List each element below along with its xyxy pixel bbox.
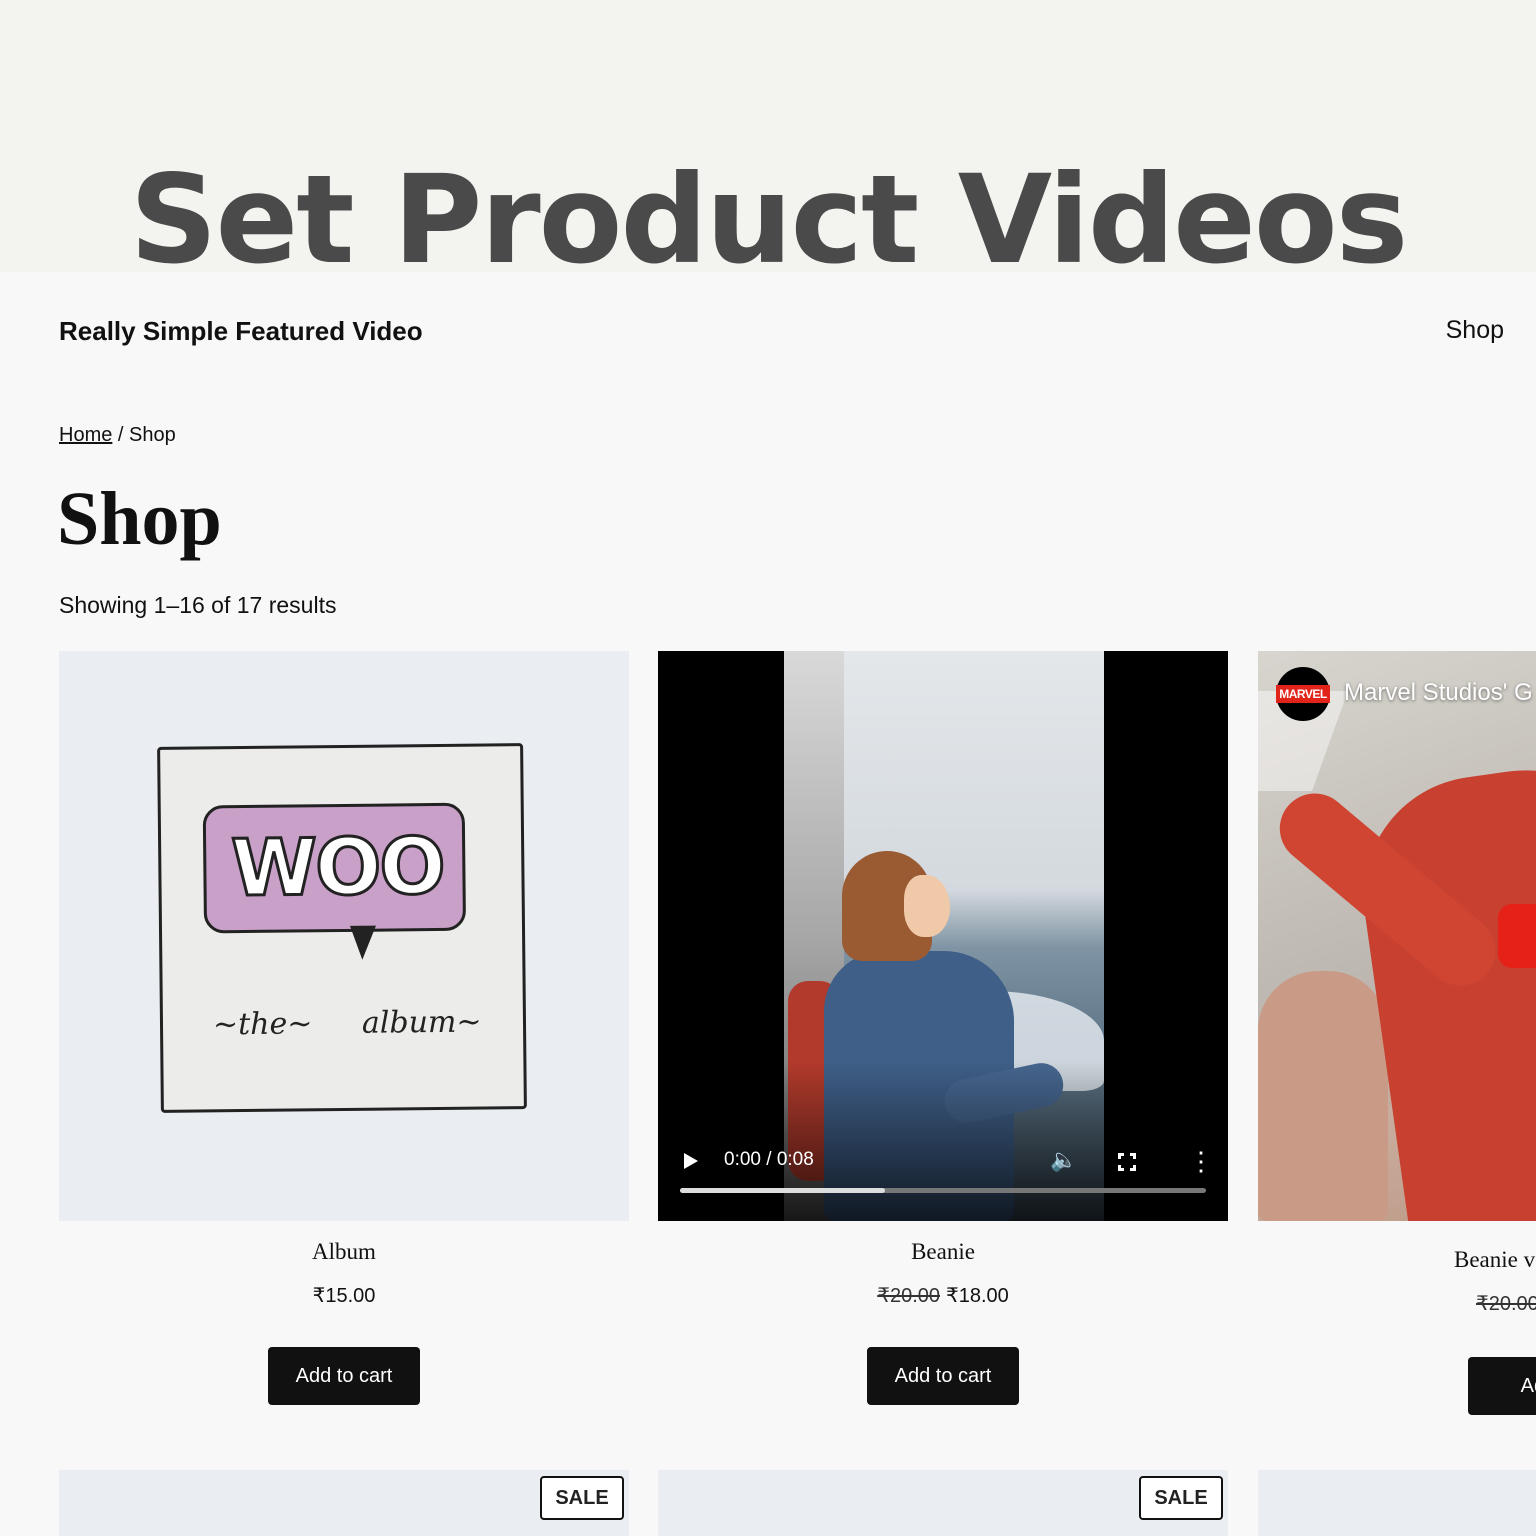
youtube-play-icon[interactable] [1498,904,1536,968]
product-price: ₹20.00 [1258,1291,1536,1317]
banner-title: Set Product Videos [129,149,1409,291]
product-youtube-embed[interactable]: MARVEL Marvel Studios' G [1258,651,1536,1221]
product-card-beanie-video: MARVEL Marvel Studios' G Beanie v ₹20.00… [1258,651,1536,1415]
nav-link-shop[interactable]: Shop [1446,316,1504,345]
price-original: ₹20.00 [877,1285,940,1307]
youtube-video-title[interactable]: Marvel Studios' G [1344,679,1533,707]
add-to-cart-button[interactable]: Add to cart [268,1347,420,1405]
thumbnail-creature [1258,971,1388,1221]
product-image-album[interactable]: WOO ~the~ album~ [59,651,629,1221]
video-time: 0:00 / 0:08 [724,1149,814,1170]
woo-speech-bubble: WOO [202,802,467,934]
album-subtitle: ~the~ album~ [212,1004,482,1043]
product-video-player[interactable]: 0:00 / 0:08 🔈 ⋮ [658,651,1228,1221]
product-name[interactable]: Album [59,1239,629,1269]
add-to-cart-button[interactable]: Add t [1468,1357,1536,1415]
video-progress-fill [680,1188,886,1193]
product-card-album: WOO ~the~ album~ Album ₹15.00 Add to car… [59,651,629,1405]
video-progress-bar[interactable] [680,1188,1206,1193]
video-controls: 0:00 / 0:08 🔈 ⋮ [658,1141,1228,1185]
sale-badge: SALE [1139,1476,1223,1520]
result-count: Showing 1–16 of 17 results [59,592,337,618]
breadcrumb-current: Shop [129,424,176,446]
fullscreen-icon[interactable] [1118,1153,1136,1171]
add-to-cart-button[interactable]: Add to cart [867,1347,1019,1405]
product-card-row2-3[interactable] [1258,1470,1536,1536]
channel-avatar[interactable]: MARVEL [1276,667,1330,721]
price-original: ₹20.00 [1476,1293,1536,1315]
volume-icon[interactable]: 🔈 [1050,1147,1077,1173]
album-cover-art: WOO ~the~ album~ [157,743,527,1113]
play-icon[interactable] [684,1153,698,1169]
person-face [904,875,950,937]
more-options-icon[interactable]: ⋮ [1188,1147,1214,1175]
woo-logo-text: WOO [229,820,446,915]
promo-banner: Set Product Videos [0,0,1536,290]
product-card-beanie: 0:00 / 0:08 🔈 ⋮ Beanie ₹20.00 ₹18.00 Add … [658,651,1228,1405]
product-price: ₹20.00 ₹18.00 [658,1283,1228,1309]
price-current: ₹15.00 [312,1285,376,1307]
page-title: Shop [57,477,222,561]
product-name[interactable]: Beanie v [1258,1247,1536,1277]
breadcrumb-separator: / [117,424,124,446]
breadcrumb-home-link[interactable]: Home [59,424,112,446]
site-title[interactable]: Really Simple Featured Video [59,316,423,347]
product-name[interactable]: Beanie [658,1239,1228,1269]
price-sale: ₹18.00 [946,1285,1009,1307]
marvel-logo: MARVEL [1276,685,1330,703]
speech-bubble-tail [349,925,377,960]
breadcrumb: Home / Shop [59,424,176,447]
sale-badge: SALE [540,1476,624,1520]
product-price: ₹15.00 [59,1283,629,1309]
